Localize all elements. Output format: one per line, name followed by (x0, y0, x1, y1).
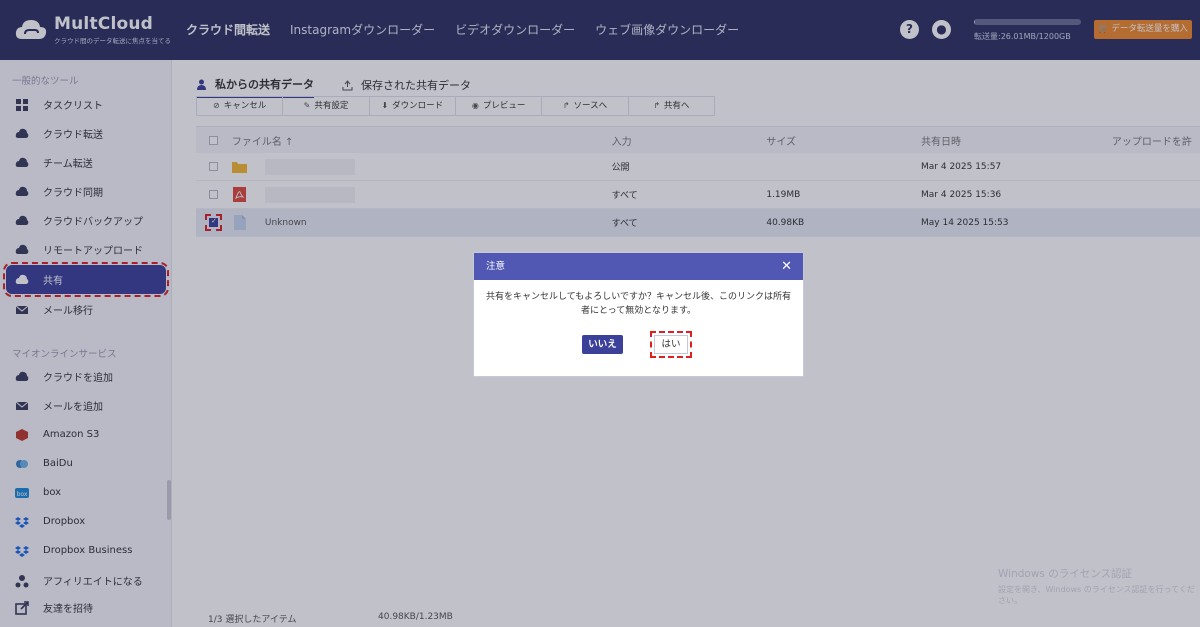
yes-button[interactable]: はい (650, 331, 692, 358)
dialog-buttons: いいえ はい (474, 331, 805, 358)
close-icon[interactable]: ✕ (781, 253, 792, 280)
dialog-header: 注意 ✕ (474, 253, 803, 280)
confirm-cancel-share-dialog: 注意 ✕ 共有をキャンセルしてもよろしいですか？キャンセル後、このリンクは所有者… (473, 252, 804, 377)
dialog-title: 注意 (486, 261, 506, 272)
dialog-message: 共有をキャンセルしてもよろしいですか？キャンセル後、このリンクは所有者にとって無… (485, 292, 791, 316)
no-button[interactable]: いいえ (582, 335, 623, 354)
